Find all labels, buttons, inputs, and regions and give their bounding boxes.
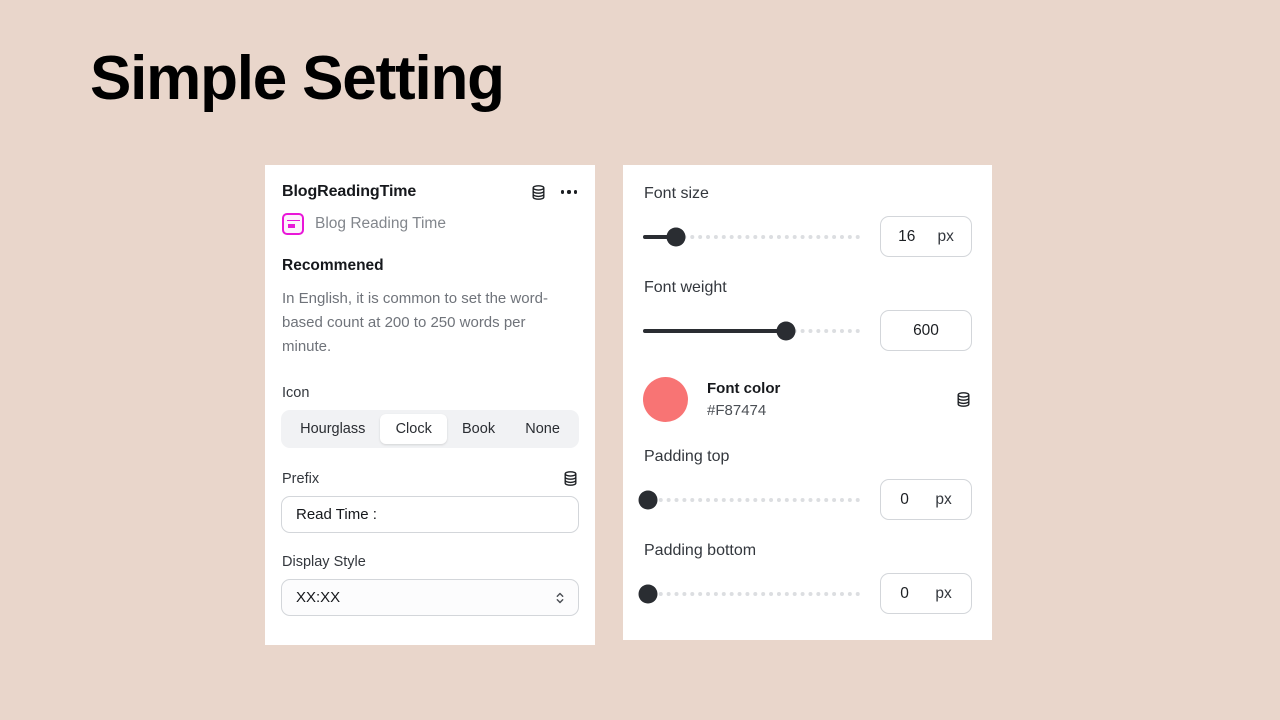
padding-bottom-slider[interactable] <box>638 583 860 605</box>
font-weight-slider[interactable] <box>643 320 860 342</box>
segment-hourglass[interactable]: Hourglass <box>285 414 380 444</box>
font-color-field: Font color #F87474 <box>643 377 972 422</box>
icon-field-label: Icon <box>282 385 310 401</box>
display-style-value: XX:XX <box>296 589 341 606</box>
slider-thumb[interactable] <box>638 490 658 509</box>
app-root: Simple Setting BlogReadingTime Blog Read… <box>0 0 1280 720</box>
slider-fill <box>643 328 787 333</box>
padding-top-unit: px <box>935 490 952 508</box>
card-widget-icon <box>282 213 304 235</box>
display-style-field: Display Style XX:XX <box>281 554 579 616</box>
font-weight-label: Font weight <box>644 279 727 296</box>
font-weight-input[interactable]: 600 <box>880 310 972 351</box>
blog-reading-time-card: BlogReadingTime Blog Reading Time Recomm… <box>265 165 595 645</box>
font-size-label: Font size <box>644 185 709 202</box>
card-subtitle: Blog Reading Time <box>315 215 446 232</box>
card-title: BlogReadingTime <box>282 183 417 200</box>
slider-thumb[interactable] <box>666 227 686 246</box>
database-icon[interactable] <box>530 184 547 201</box>
display-style-label: Display Style <box>282 554 366 570</box>
card-subtitle-row: Blog Reading Time <box>281 213 579 235</box>
ellipsis-icon[interactable] <box>560 186 578 197</box>
slider-thumb[interactable] <box>776 321 796 340</box>
padding-bottom-field: Padding bottom 0 px <box>638 542 972 614</box>
database-icon[interactable] <box>955 391 972 408</box>
font-size-field: Font size 16 px <box>643 185 972 257</box>
padding-bottom-label: Padding bottom <box>644 542 757 559</box>
font-size-input[interactable]: 16 px <box>880 216 972 257</box>
prefix-field: Prefix Read Time : <box>281 470 579 533</box>
font-size-value: 16 <box>898 227 916 245</box>
font-color-label: Font color <box>707 379 781 397</box>
recommended-heading: Recommened <box>282 257 384 274</box>
database-icon[interactable] <box>562 470 579 487</box>
prefix-field-label: Prefix <box>282 470 320 487</box>
padding-top-input[interactable]: 0 px <box>880 479 972 520</box>
display-style-select[interactable]: XX:XX <box>281 579 579 616</box>
font-size-slider[interactable] <box>643 226 860 248</box>
padding-top-label: Padding top <box>644 448 730 465</box>
padding-bottom-unit: px <box>935 584 952 602</box>
prefix-input[interactable]: Read Time : <box>281 496 579 533</box>
font-color-hex: #F87474 <box>707 401 767 419</box>
font-color-swatch[interactable] <box>643 377 688 422</box>
card-header: BlogReadingTime <box>281 183 579 201</box>
page-title: Simple Setting <box>90 44 505 113</box>
padding-top-value: 0 <box>900 490 909 508</box>
padding-top-slider[interactable] <box>638 489 860 511</box>
font-size-unit: px <box>937 227 954 245</box>
prefix-input-value: Read Time : <box>296 506 377 523</box>
typography-settings-card: Font size 16 px Font weight 600 Font col… <box>623 165 992 640</box>
padding-bottom-value: 0 <box>900 584 909 602</box>
segment-none[interactable]: None <box>510 414 575 444</box>
slider-track <box>643 497 860 502</box>
chevron-up-down-icon <box>554 589 566 607</box>
padding-bottom-input[interactable]: 0 px <box>880 573 972 614</box>
icon-segmented-control[interactable]: Hourglass Clock Book None <box>281 410 579 448</box>
card-header-actions <box>530 184 578 201</box>
slider-thumb[interactable] <box>638 584 658 603</box>
segment-book[interactable]: Book <box>447 414 510 444</box>
slider-track <box>643 591 860 596</box>
recommended-body: In English, it is common to set the word… <box>282 290 548 355</box>
font-weight-value: 600 <box>913 321 939 339</box>
font-weight-field: Font weight 600 <box>643 279 972 351</box>
padding-top-field: Padding top 0 px <box>638 448 972 520</box>
icon-field: Icon Hourglass Clock Book None <box>281 385 579 448</box>
segment-clock[interactable]: Clock <box>380 414 447 444</box>
